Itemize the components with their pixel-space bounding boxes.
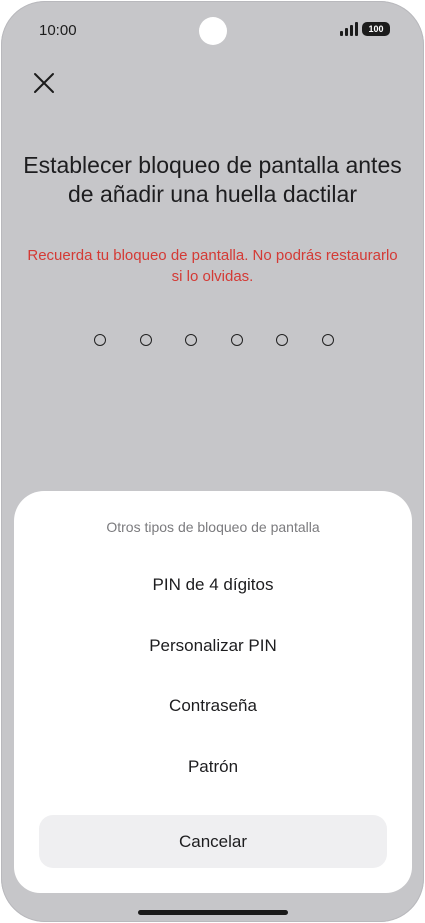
status-bar: 10:00 100 bbox=[1, 1, 424, 61]
pin-dot bbox=[139, 334, 152, 346]
front-camera bbox=[199, 17, 227, 45]
close-icon bbox=[34, 73, 54, 93]
option-pattern[interactable]: Patrón bbox=[34, 743, 392, 791]
sheet-title: Otros tipos de bloqueo de pantalla bbox=[106, 519, 320, 535]
option-pin-4-digits[interactable]: PIN de 4 dígitos bbox=[34, 561, 392, 609]
lock-type-sheet: Otros tipos de bloqueo de pantalla PIN d… bbox=[14, 491, 412, 893]
pin-dot bbox=[185, 334, 198, 346]
phone-frame: 10:00 100 Establecer bloqueo de pantalla… bbox=[0, 0, 425, 923]
option-custom-pin[interactable]: Personalizar PIN bbox=[34, 622, 392, 670]
pin-dot bbox=[94, 334, 106, 346]
screen: 10:00 100 Establecer bloqueo de pantalla… bbox=[1, 1, 424, 922]
page-title: Establecer bloqueo de pantalla antes de … bbox=[23, 152, 402, 207]
close-button[interactable] bbox=[29, 68, 59, 98]
battery-icon: 100 bbox=[362, 22, 390, 36]
pin-dot bbox=[230, 334, 243, 346]
status-time: 10:00 bbox=[39, 22, 77, 39]
warning-text: Recuerda tu bloqueo de pantalla. No podr… bbox=[27, 247, 398, 285]
home-indicator[interactable] bbox=[138, 910, 288, 915]
cancel-button[interactable]: Cancelar bbox=[39, 815, 387, 868]
option-password[interactable]: Contraseña bbox=[34, 682, 392, 730]
pin-dot bbox=[276, 334, 289, 346]
pin-dots bbox=[94, 334, 334, 352]
pin-dot bbox=[321, 334, 334, 346]
signal-icon bbox=[340, 22, 358, 36]
